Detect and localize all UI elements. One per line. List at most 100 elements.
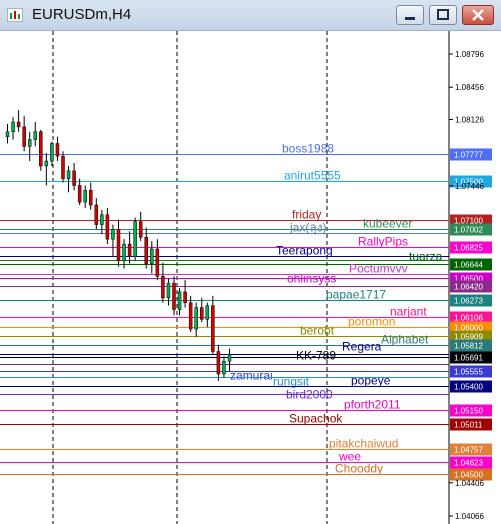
candle bbox=[27, 131, 32, 162]
candles bbox=[5, 110, 232, 381]
candle-body bbox=[205, 305, 210, 320]
price-tag-value: 1.05691 bbox=[454, 354, 483, 363]
candle-body bbox=[111, 229, 115, 240]
candle bbox=[61, 151, 65, 183]
level-lines: boss1988 anirut5555 friday kubeever jax(ลุง)… bbox=[0, 142, 449, 476]
level-label: pforth2011 bbox=[344, 398, 401, 412]
candle bbox=[222, 356, 226, 378]
candle-body bbox=[83, 190, 87, 203]
candle-body bbox=[161, 276, 165, 299]
candle-body bbox=[50, 143, 54, 162]
price-tag-value: 1.04623 bbox=[454, 459, 483, 468]
price-tag-value: 1.05011 bbox=[454, 421, 483, 430]
candle-body bbox=[33, 131, 37, 140]
candle-body bbox=[5, 131, 10, 137]
candle-body bbox=[155, 248, 160, 277]
level-label: bird2000 bbox=[286, 388, 333, 402]
maximize-button[interactable] bbox=[429, 5, 457, 25]
level-label: Poctumvvv bbox=[349, 262, 408, 276]
candle-body bbox=[94, 204, 99, 225]
level-label: papae1717 bbox=[326, 288, 386, 302]
restore-icon bbox=[437, 9, 449, 20]
candle bbox=[183, 280, 187, 308]
price-tag-value: 1.06106 bbox=[454, 314, 483, 323]
close-button[interactable] bbox=[462, 5, 494, 25]
level-label: narjant bbox=[390, 305, 427, 319]
candle-body bbox=[166, 282, 171, 299]
candle bbox=[205, 302, 210, 328]
level-label: Regera bbox=[342, 340, 382, 354]
candle-body bbox=[188, 302, 193, 330]
candle bbox=[83, 185, 87, 208]
chart-icon bbox=[7, 8, 23, 22]
price-tag-value: 1.05555 bbox=[454, 368, 483, 377]
candle-body bbox=[216, 351, 221, 375]
candle-body bbox=[200, 307, 204, 320]
grid bbox=[52, 31, 501, 524]
axis-tick-label: 1.04066 bbox=[455, 512, 484, 521]
level-label: friday bbox=[292, 208, 321, 222]
candle-body bbox=[211, 305, 215, 352]
price-chart[interactable]: boss1988 anirut5555 friday kubeever jax(ลุง)… bbox=[0, 31, 501, 524]
level-label: Chooddy bbox=[335, 462, 383, 476]
candle bbox=[94, 198, 99, 230]
candle bbox=[11, 117, 15, 140]
candle-body bbox=[227, 354, 232, 362]
level-label: Teerapong bbox=[276, 244, 333, 258]
level-label: zamurai bbox=[230, 369, 273, 383]
candle bbox=[166, 278, 171, 306]
window-title: EURUSDm,H4 bbox=[32, 6, 132, 23]
price-tag-value: 1.06825 bbox=[454, 244, 483, 253]
candle-body bbox=[150, 248, 154, 264]
price-tag-value: 1.07002 bbox=[454, 226, 483, 235]
candle bbox=[188, 295, 193, 332]
price-tag-value: 1.05812 bbox=[454, 342, 483, 351]
candle-body bbox=[127, 243, 132, 258]
minimize-icon bbox=[405, 17, 415, 20]
candle-body bbox=[172, 282, 176, 310]
level-label: jax(ลุง) bbox=[289, 221, 327, 236]
candle-body bbox=[116, 229, 121, 261]
minimize-button[interactable] bbox=[396, 5, 424, 25]
level-label: anirut5555 bbox=[284, 169, 341, 183]
level-label: RallyPips bbox=[358, 235, 408, 249]
candle bbox=[72, 163, 76, 191]
candle-body bbox=[177, 291, 182, 310]
candle bbox=[127, 231, 132, 264]
candle-body bbox=[100, 214, 104, 225]
level-label: pitakchaiwud bbox=[329, 437, 398, 451]
candle bbox=[33, 121, 37, 147]
level-label: tuarza bbox=[409, 250, 443, 264]
axis-tick-label: 1.04406 bbox=[455, 479, 484, 488]
price-tag-value: 1.05150 bbox=[454, 407, 483, 416]
candle bbox=[116, 219, 121, 267]
level-label: kubeever bbox=[363, 217, 412, 231]
candle bbox=[55, 136, 60, 162]
close-icon bbox=[472, 9, 484, 21]
level-label: Supachok bbox=[289, 412, 343, 426]
chart-window: EURUSDm,H4 boss1988 anirut5555 friday kubee… bbox=[0, 0, 501, 524]
price-tag-value: 1.07777 bbox=[454, 151, 483, 160]
title-bar[interactable]: EURUSDm,H4 bbox=[0, 0, 501, 31]
candle-body bbox=[72, 170, 76, 186]
candle bbox=[39, 129, 43, 171]
candle bbox=[22, 116, 26, 152]
candle-body bbox=[16, 121, 21, 128]
candle bbox=[155, 239, 160, 281]
candle-body bbox=[194, 307, 198, 330]
candle bbox=[150, 241, 154, 274]
candle-body bbox=[22, 126, 26, 147]
level-label: ohlinsyss bbox=[287, 272, 336, 286]
candle bbox=[89, 182, 93, 210]
candle bbox=[133, 217, 137, 261]
candle bbox=[44, 153, 49, 186]
candle-body bbox=[44, 160, 49, 167]
price-tag-value: 1.06644 bbox=[454, 261, 483, 270]
level-label: KK-789 bbox=[296, 349, 336, 363]
level-label: Alphabet bbox=[381, 333, 429, 347]
candle bbox=[50, 141, 54, 166]
price-tag-value: 1.05400 bbox=[454, 383, 483, 392]
candle bbox=[111, 224, 115, 257]
candle bbox=[77, 178, 82, 206]
candle bbox=[216, 344, 221, 381]
